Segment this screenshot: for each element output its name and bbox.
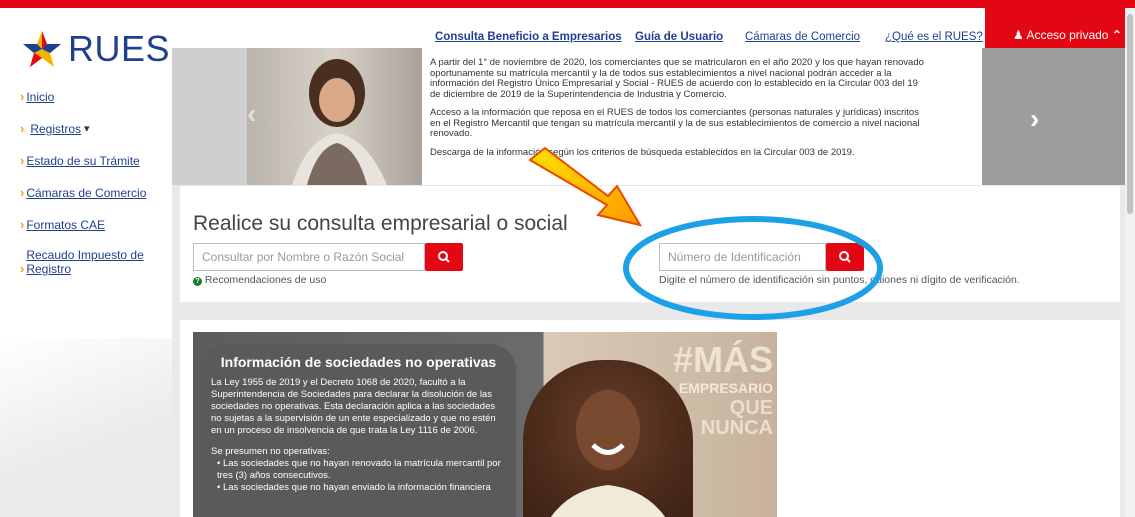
search-icon [438,251,450,263]
promo-title: Información de sociedades no operativas [220,354,497,370]
sidebar-item-label: Registros [30,122,82,136]
id-help-text: Digite el número de identificación sin p… [659,274,1020,286]
promo-bullet: • Las sociedades que no hayan enviado la… [217,482,491,493]
sidebar-item-camaras[interactable]: › Cámaras de Comercio [20,185,170,201]
promo-body: La Ley 1955 de 2019 y el Decreto 1068 de… [211,377,506,494]
header-link-que-es-rues[interactable]: ¿Qué es el RUES? [885,31,983,43]
top-accent-bar [0,0,1135,8]
id-search-button[interactable] [826,243,864,271]
header-link-consulta-beneficio[interactable]: Consulta Beneficio a Empresarios [435,31,622,43]
sidebar: RUES › Inicio › Registros ▾ › Estado de … [0,8,172,517]
slogan-line: #MÁS [673,339,774,380]
sidebar-item-inicio[interactable]: › Inicio [20,89,170,105]
name-search-input[interactable]: Consultar por Nombre o Razón Social [193,243,425,271]
chevron-right-icon: › [20,121,25,136]
search-panel: Realice su consulta empresarial o social… [180,186,1120,302]
vertical-scrollbar[interactable] [1125,8,1135,517]
recommendations-label: Recomendaciones de uso [204,274,327,286]
banner-text: A partir del 1° de noviembre de 2020, lo… [430,57,930,166]
banner-paragraph: Acceso a la información que reposa en el… [430,107,920,139]
banner-woman-photo [247,48,422,185]
chevron-right-icon: › [20,217,25,232]
sidebar-item-registros[interactable]: › Registros ▾ [20,121,170,137]
scrollbar-thumb[interactable] [1127,14,1133,214]
banner-right-image [982,48,1125,185]
chevron-right-icon: › [20,185,25,200]
sidebar-item-label: Formatos CAE [26,218,106,232]
sidebar-item-label: Inicio [26,90,55,104]
private-access-label: Acceso privado [1026,28,1109,42]
sidebar-item-label: Recaudo Impuesto de Registro [26,248,144,276]
star-logo-icon [20,29,64,69]
sidebar-item-label: Cámaras de Comercio [26,186,147,200]
banner-carousel: A partir del 1° de noviembre de 2020, lo… [172,48,1125,185]
logo-text: RUES [68,28,171,69]
carousel-prev-icon[interactable]: ‹ [247,98,256,130]
promo-paragraph: La Ley 1955 de 2019 y el Decreto 1068 de… [211,377,496,436]
chevron-right-icon: › [20,261,25,276]
promo-paragraph: Se presumen no operativas: [211,446,330,457]
sidebar-nav: › Inicio › Registros ▾ › Estado de su Tr… [20,90,170,290]
rues-logo[interactable]: RUES [20,28,170,70]
chevron-up-icon: ⌃ [1111,28,1122,42]
user-icon: ♟ [1013,28,1024,42]
sidebar-shade [0,338,172,517]
chevron-right-icon: › [20,89,25,104]
search-title: Realice su consulta empresarial o social [193,212,568,235]
name-search-button[interactable] [425,243,463,271]
sidebar-item-formatos-cae[interactable]: › Formatos CAE [20,217,170,233]
recommendations-link[interactable]: ? Recomendaciones de uso [193,274,326,286]
sidebar-item-label: Estado de su Trámite [26,154,140,168]
header-link-guia-usuario[interactable]: Guía de Usuario [635,31,723,43]
banner-paragraph: A partir del 1° de noviembre de 2020, lo… [430,57,924,100]
promo-image[interactable]: #MÁS EMPRESARIO QUE NUNCA Información de… [193,332,777,517]
promo-bullet: • Las sociedades que no hayan renovado l… [217,458,501,481]
promo-woman-photo [523,360,693,517]
search-icon [839,251,851,263]
slogan-line: QUE NUNCA [700,397,773,439]
sidebar-item-estado-tramite[interactable]: › Estado de su Trámite [20,153,170,169]
promo-slogan: #MÁS EMPRESARIO QUE NUNCA [673,339,774,439]
info-panel: #MÁS EMPRESARIO QUE NUNCA Información de… [180,320,1120,517]
carousel-next-icon[interactable]: › [1030,103,1039,135]
banner-paragraph: Descarga de la información según los cri… [430,146,855,158]
chevron-right-icon: › [20,153,25,168]
header-link-camaras[interactable]: Cámaras de Comercio [745,31,860,43]
slogan-line: EMPRESARIO [678,380,773,396]
id-number-input[interactable]: Número de Identificación [659,243,826,271]
caret-down-icon: ▾ [84,123,90,135]
sidebar-item-recaudo[interactable]: › Recaudo Impuesto de Registro [20,248,170,276]
promo-text-box: Información de sociedades no operativas … [201,344,516,517]
help-circle-icon: ? [193,277,202,286]
